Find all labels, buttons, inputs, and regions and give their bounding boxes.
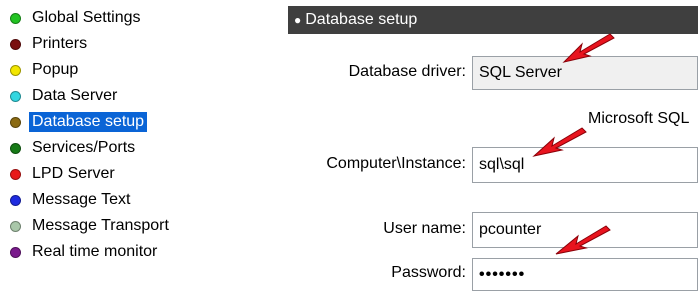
sidebar-item-label: Message Text xyxy=(32,191,131,208)
sidebar-item-label: Services/Ports xyxy=(32,139,136,156)
sidebar-item-message-transport[interactable]: Message Transport xyxy=(10,215,172,237)
annotation-arrow-icon xyxy=(562,33,615,63)
password-input[interactable]: ••••••• xyxy=(472,258,698,291)
status-dot-icon xyxy=(10,168,21,180)
password-value: ••••••• xyxy=(479,265,526,283)
sidebar-item-printers[interactable]: Printers xyxy=(10,33,90,55)
status-dot-icon xyxy=(10,246,21,258)
sidebar-item-label: Printers xyxy=(32,35,88,52)
settings-nav: Global Settings Printers Popup Data Serv… xyxy=(0,0,280,291)
bullet-icon: ● xyxy=(294,13,302,27)
password-label: Password: xyxy=(391,264,466,281)
panel-header: ● Database setup xyxy=(288,6,698,34)
sidebar-item-database-setup[interactable]: Database setup xyxy=(10,111,148,133)
sidebar-item-services-ports[interactable]: Services/Ports xyxy=(10,137,138,159)
user-name-label: User name: xyxy=(383,220,466,237)
annotation-arrow-icon xyxy=(532,127,587,157)
sidebar-item-label: LPD Server xyxy=(32,165,115,182)
sidebar-item-data-server[interactable]: Data Server xyxy=(10,85,120,107)
sidebar-item-popup[interactable]: Popup xyxy=(10,59,81,81)
database-driver-value: SQL Server xyxy=(479,64,562,81)
status-dot-icon xyxy=(10,220,21,232)
database-setup-panel: ● Database setup Database driver: SQL Se… xyxy=(288,0,698,291)
sidebar-item-lpd-server[interactable]: LPD Server xyxy=(10,163,118,185)
status-dot-icon xyxy=(10,194,21,206)
status-dot-icon xyxy=(10,142,21,154)
sidebar-item-label: Real time monitor xyxy=(32,243,158,260)
panel-title: Database setup xyxy=(305,11,418,28)
status-dot-icon xyxy=(10,38,21,50)
sidebar-item-label: Message Transport xyxy=(32,217,169,234)
status-dot-icon xyxy=(10,12,21,24)
status-dot-icon xyxy=(10,64,21,76)
user-name-value: pcounter xyxy=(479,221,542,238)
sidebar-item-global-settings[interactable]: Global Settings xyxy=(10,7,144,29)
driver-description: Microsoft SQL xyxy=(588,110,690,127)
sidebar-item-message-text[interactable]: Message Text xyxy=(10,189,133,211)
sidebar-item-label: Database setup xyxy=(29,112,148,132)
status-dot-icon xyxy=(10,116,21,128)
sidebar-item-label: Data Server xyxy=(32,87,118,104)
annotation-arrow-icon xyxy=(555,225,611,255)
computer-instance-label: Computer\Instance: xyxy=(326,155,466,172)
database-driver-label: Database driver: xyxy=(348,63,466,80)
sidebar-item-label: Global Settings xyxy=(32,9,141,26)
computer-instance-value: sql\sql xyxy=(479,156,525,173)
status-dot-icon xyxy=(10,90,21,102)
sidebar-item-label: Popup xyxy=(32,61,79,78)
sidebar-item-real-time-monitor[interactable]: Real time monitor xyxy=(10,241,160,263)
